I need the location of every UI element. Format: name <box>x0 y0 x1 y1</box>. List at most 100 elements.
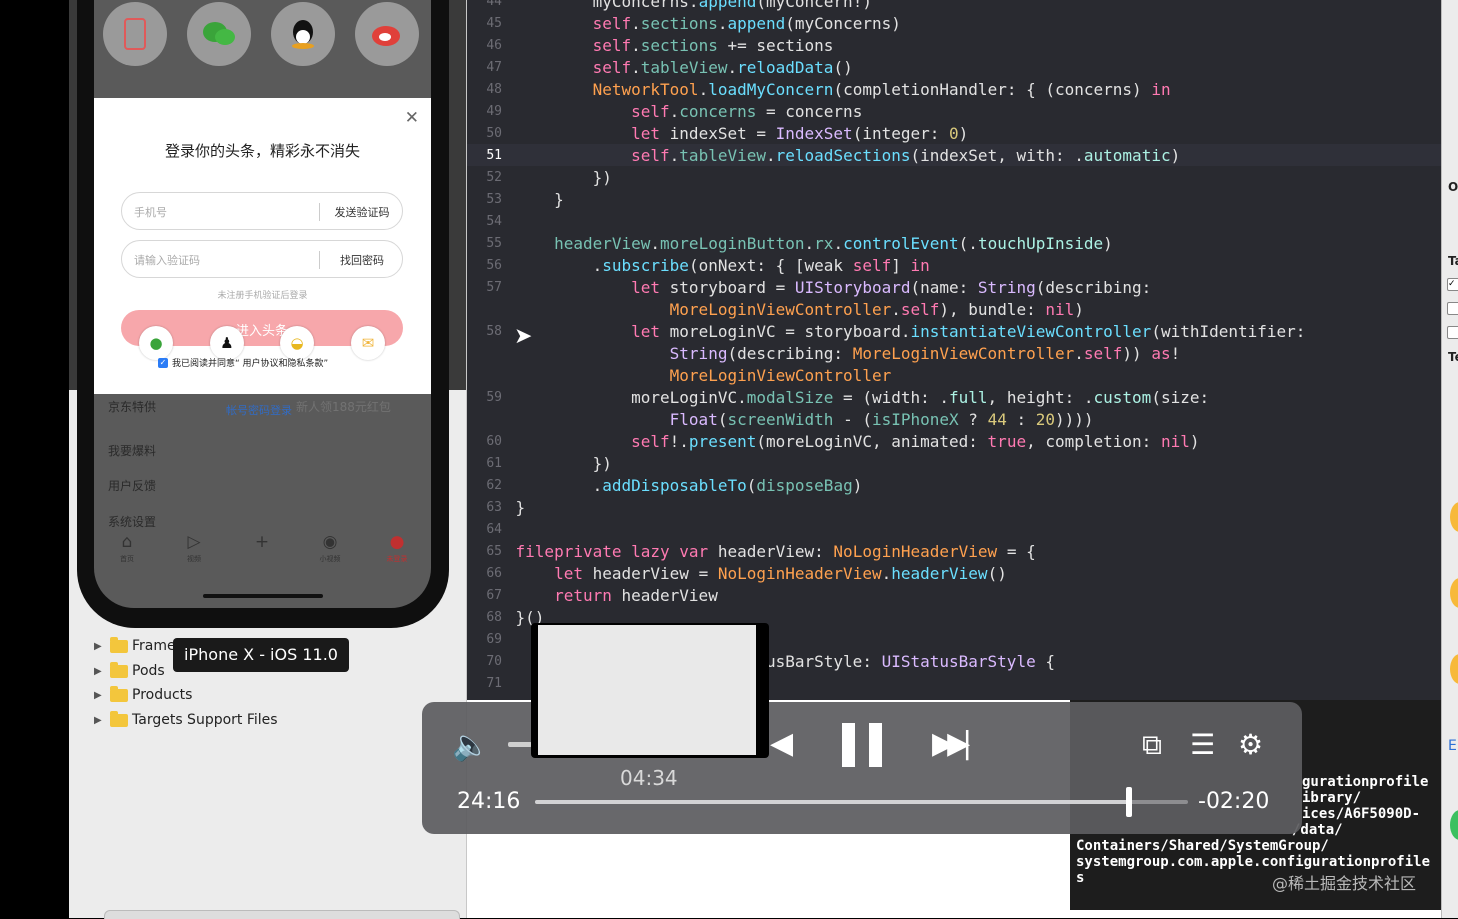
phone-placeholder: 手机号 <box>134 206 167 219</box>
object-library-icon[interactable] <box>1450 502 1458 532</box>
tree-item-label: Products <box>132 687 193 703</box>
retrieve-password-button[interactable]: 找回密码 <box>320 252 404 268</box>
disclosure-triangle-icon[interactable]: ▶ <box>94 715 110 726</box>
object-library-icon[interactable] <box>1450 578 1458 608</box>
console-line: gurationprofile <box>1302 774 1429 790</box>
inspector-checkbox[interactable]: ✓ <box>1447 278 1458 291</box>
tab-label: 视频 <box>187 555 201 563</box>
remaining-time: -02:20 <box>1198 789 1270 814</box>
volume-slider[interactable] <box>508 742 532 747</box>
login-sheet: ✕ 登录你的头条，精彩永不消失 手机号 发送验证码 请输入验证码 找回密码 未注… <box>94 98 431 394</box>
code-line: myConcerns.append(myConcern!) <box>477 0 872 11</box>
code-editor[interactable]: 44 45 46 47 48 49 50 51 52 53 54 55 56 57 58 59 60 61 62 63… <box>467 0 1441 700</box>
plus-icon: + <box>254 532 270 552</box>
object-library-icon[interactable] <box>1450 810 1458 840</box>
small-video-icon: ◉ <box>322 532 338 552</box>
code-line: self!.present(moreLoginVC, animated: tru… <box>631 432 1200 451</box>
folder-icon <box>110 636 128 653</box>
checkbox-icon[interactable]: ✓ <box>158 357 168 368</box>
line-number: 54 <box>486 214 502 229</box>
newbie-badge: 新人领188元红包 <box>296 400 391 414</box>
code-line: let indexSet = IndexSet(integer: 0) <box>631 124 969 143</box>
inspector-panel: O Ta ✓ Te E <box>1441 0 1458 918</box>
code-line: }) <box>477 168 612 187</box>
menu-feedback[interactable]: 用户反馈 <box>108 477 156 494</box>
code-line: }) <box>477 454 612 473</box>
chapters-icon[interactable]: ☰ <box>1190 728 1215 761</box>
inspector-label: Ta <box>1448 254 1458 268</box>
speaker-icon[interactable]: 🔈 <box>452 728 489 763</box>
weibo-icon[interactable] <box>355 2 419 66</box>
tab-profile[interactable]: ● 未登录 <box>367 532 427 564</box>
disclosure-triangle-icon[interactable]: ▶ <box>94 641 110 652</box>
menu-settings[interactable]: 系统设置 <box>108 513 156 530</box>
tab-small-video[interactable]: ◉ 小视频 <box>300 532 360 564</box>
tab-bar: ⌂ 首页 ▷ 视频 + ◉ 小视频 ● 未登录 <box>94 532 431 578</box>
tree-item-pods[interactable]: ▶ Pods <box>94 660 165 682</box>
code-line: .addDisposableTo(disposeBag) <box>477 476 863 495</box>
progress-knob[interactable] <box>1126 787 1132 817</box>
disclosure-triangle-icon[interactable]: ▶ <box>94 666 110 677</box>
pip-icon[interactable]: ⧉ <box>1142 728 1162 762</box>
account-login-link[interactable]: 帐号密码登录 <box>226 402 292 418</box>
menu-jd[interactable]: 京东特供 <box>108 398 156 415</box>
code-line: moreLoginVC.modalSize = (width: .full, h… <box>477 388 1210 407</box>
forward-icon[interactable]: ▶▶| <box>932 726 972 761</box>
wechat-icon[interactable] <box>187 2 251 66</box>
console-line: ibrary/ <box>1302 790 1362 806</box>
tab-video[interactable]: ▷ 视频 <box>164 532 224 564</box>
phone-icon[interactable] <box>103 2 167 66</box>
code-line: headerView.moreLoginButton.rx.controlEve… <box>554 234 1113 253</box>
qq-login-icon[interactable]: ♟ <box>210 326 244 360</box>
inspector-checkbox[interactable] <box>1447 302 1458 315</box>
code-input[interactable]: 请输入验证码 找回密码 <box>121 240 403 278</box>
home-indicator <box>203 594 323 598</box>
menu-report[interactable]: 我要爆料 <box>108 442 156 459</box>
code-line: MoreLoginViewController.self), bundle: n… <box>669 300 1084 319</box>
preview-time: 04:34 <box>620 766 678 790</box>
pause-icon[interactable] <box>842 723 882 767</box>
code-line: let storyboard = UIStoryboard(name: Stri… <box>631 278 1152 297</box>
tree-item-targets-support-files[interactable]: ▶ Targets Support Files <box>94 709 278 731</box>
code-line: self.concerns = concerns <box>631 102 863 121</box>
code-placeholder: 请输入验证码 <box>134 254 200 267</box>
disclosure-triangle-icon[interactable]: ▶ <box>94 690 110 701</box>
tab-home[interactable]: ⌂ 首页 <box>97 532 157 564</box>
folder-icon <box>110 710 128 727</box>
close-icon[interactable]: ✕ <box>405 108 419 128</box>
phone-input[interactable]: 手机号 发送验证码 <box>121 192 403 230</box>
send-code-button[interactable]: 发送验证码 <box>320 204 404 220</box>
code-line: self.sections.append(myConcerns) <box>592 14 901 33</box>
pause-bar <box>842 723 855 767</box>
mail-login-icon[interactable]: ✉ <box>351 326 385 360</box>
tianyi-login-icon[interactable]: ◒ <box>280 326 314 360</box>
inspector-checkbox[interactable] <box>1447 326 1458 339</box>
console-line: Containers/Shared/SystemGroup/ <box>1076 838 1329 854</box>
elapsed-time: 24:16 <box>457 789 521 814</box>
line-number: 64 <box>486 522 502 537</box>
object-library-icon[interactable] <box>1450 654 1458 684</box>
tree-item-products[interactable]: ▶ Products <box>94 684 192 706</box>
inspector-label: E <box>1448 738 1457 754</box>
folder-icon <box>110 661 128 678</box>
mouse-pointer-icon: ➤ <box>514 324 533 349</box>
agreement-row[interactable]: ✓ 我已阅读并同意“ 用户协议和隐私条款” <box>158 356 328 369</box>
pause-bar <box>869 723 882 767</box>
progress-fill <box>535 800 1129 804</box>
qq-icon[interactable] <box>271 2 335 66</box>
inspector-label: Te <box>1448 350 1458 364</box>
rewind-icon[interactable]: ◀ <box>770 726 793 761</box>
tree-item-label: Targets Support Files <box>132 712 278 728</box>
tab-plus[interactable]: + <box>232 532 292 554</box>
console-line: s <box>1076 870 1085 886</box>
wechat-login-icon[interactable]: ● <box>139 326 173 360</box>
agreement-text: 我已阅读并同意“ 用户协议和隐私条款” <box>172 359 329 369</box>
code-line: } <box>477 498 526 517</box>
code-line: self.sections += sections <box>592 36 834 55</box>
watermark: @稀土掘金技术社区 <box>1272 874 1417 893</box>
left-black-strip <box>0 0 69 918</box>
code-line: self.tableView.reloadData() <box>592 58 853 77</box>
code-line: NetworkTool.loadMyConcern(completionHand… <box>592 80 1171 99</box>
gear-icon[interactable]: ⚙ <box>1238 728 1263 761</box>
line-number: 69 <box>486 632 502 647</box>
